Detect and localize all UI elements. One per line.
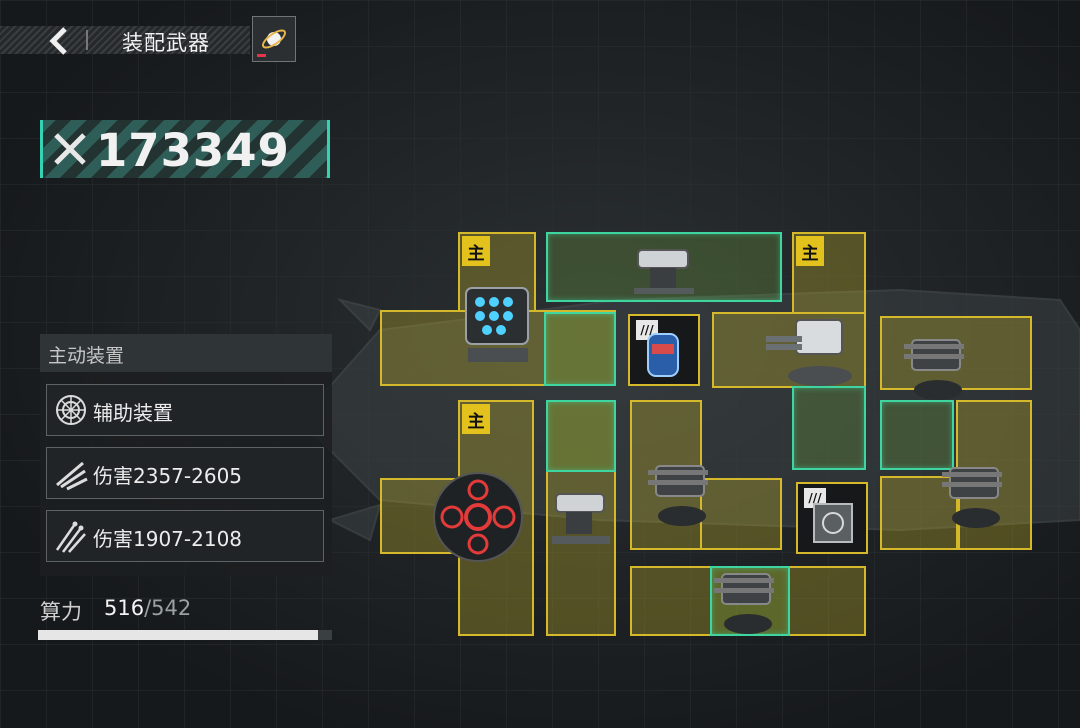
- twin-turret-icon[interactable]: [708, 562, 788, 642]
- fleet-badge-button[interactable]: [252, 16, 296, 62]
- twin-cannon-icon[interactable]: [628, 236, 704, 298]
- combat-power-value: 173349: [96, 124, 290, 177]
- core-slot-energy-capsule[interactable]: ///: [628, 314, 700, 386]
- main-slot-tag: 主: [462, 236, 490, 266]
- core-slot-circuit-module[interactable]: ///: [796, 482, 868, 554]
- combat-power-box: 173349: [40, 120, 330, 178]
- energy-capsule-icon: [647, 333, 679, 377]
- circuit-module-icon: [813, 503, 853, 543]
- triple-slash-icon: [56, 461, 88, 491]
- missile-burst-icon: [55, 521, 86, 553]
- slot-block[interactable]: [546, 400, 616, 472]
- compute-max: 542: [151, 596, 192, 620]
- back-button[interactable]: [40, 22, 80, 60]
- panel-item-damage-1[interactable]: 伤害2357-2605: [46, 447, 324, 499]
- chevron-left-icon: [49, 27, 67, 55]
- twin-turret-icon[interactable]: [644, 454, 720, 534]
- slot-block[interactable]: [792, 386, 866, 470]
- twin-turret-icon[interactable]: [900, 330, 976, 406]
- spherical-core-icon[interactable]: [430, 470, 526, 564]
- header-divider: [86, 30, 88, 50]
- panel-item-label: 伤害2357-2605: [93, 464, 243, 488]
- panel-item-label: 伤害1907-2108: [93, 527, 243, 551]
- panel-item-auxiliary[interactable]: 辅助装置: [46, 384, 324, 436]
- page-title: 装配武器: [122, 31, 210, 55]
- slot-block[interactable]: [544, 312, 616, 386]
- gatling-turret-icon[interactable]: [762, 312, 858, 392]
- cluster-missile-pod-icon[interactable]: [456, 282, 540, 372]
- planet-icon: [261, 29, 287, 49]
- compute-label: 算力: [40, 600, 82, 624]
- main-slot-tag: 主: [796, 236, 824, 266]
- panel-item-label: 辅助装置: [93, 401, 173, 425]
- panel-header: 主动装置: [40, 334, 332, 372]
- compute-current: 516: [104, 596, 145, 620]
- compute-progress-fill: [38, 630, 318, 640]
- compute-value: 516/542: [104, 596, 191, 620]
- radar-web-icon: [56, 395, 86, 425]
- active-device-panel: 主动装置 辅助装置 伤害2357-2605 伤害1907-2108: [40, 334, 332, 576]
- panel-item-damage-2[interactable]: 伤害1907-2108: [46, 510, 324, 562]
- compute-progress-bar: [38, 630, 332, 640]
- main-slot-tag: 主: [462, 404, 490, 434]
- twin-turret-icon[interactable]: [938, 456, 1014, 536]
- panel-header-label: 主动装置: [48, 345, 125, 367]
- twin-cannon-icon[interactable]: [546, 480, 620, 552]
- crossed-swords-icon: [54, 133, 86, 165]
